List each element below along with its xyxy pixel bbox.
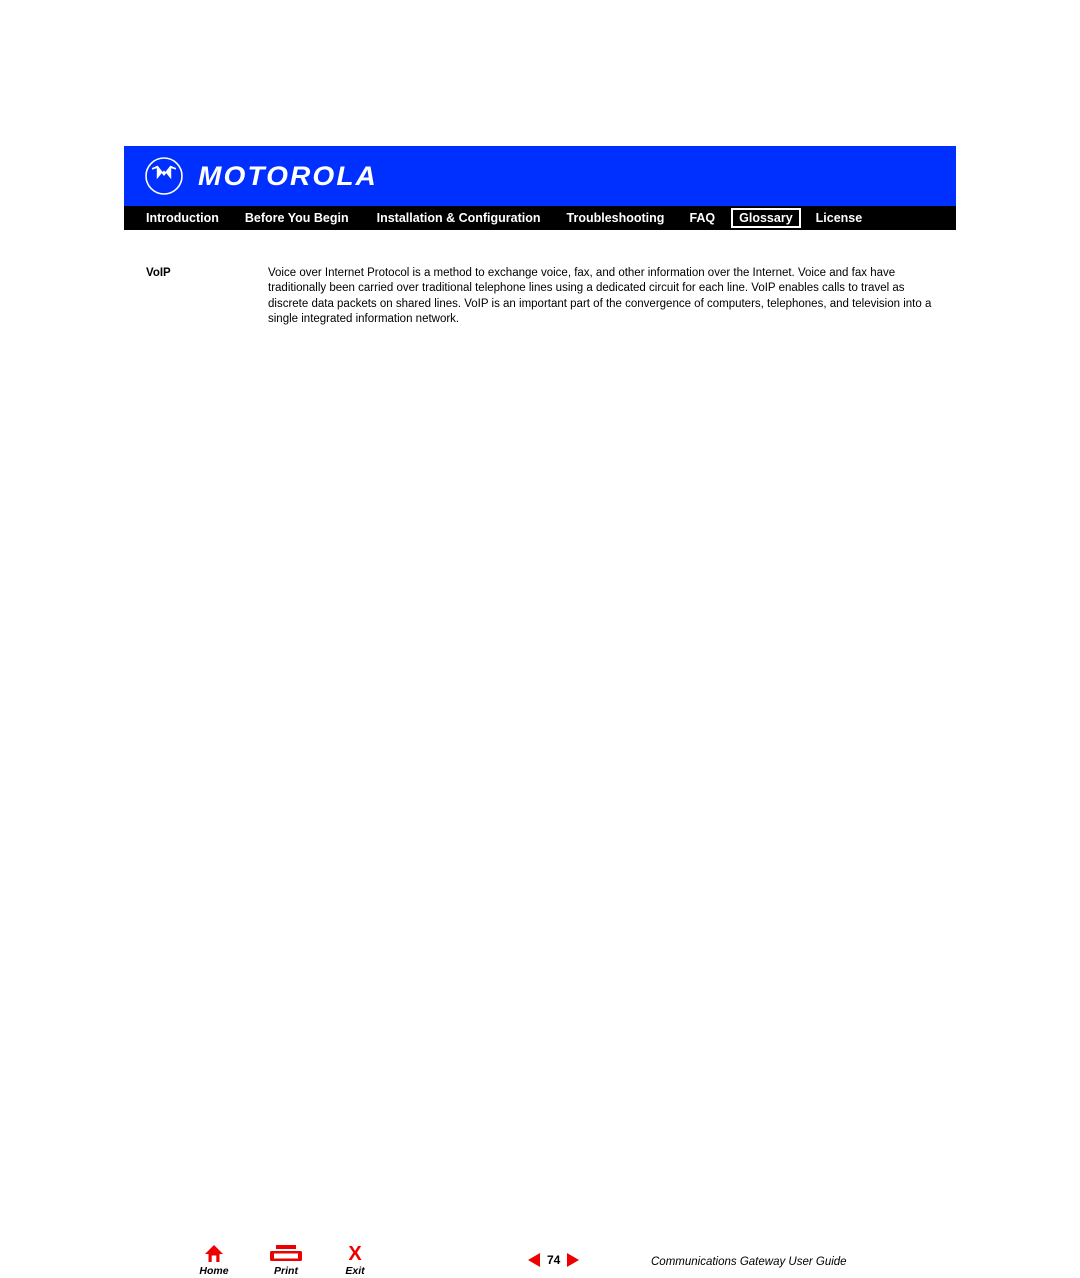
nav-tab-introduction[interactable]: Introduction — [146, 212, 219, 225]
printer-icon — [256, 1242, 316, 1264]
nav-tab-license[interactable]: License — [816, 212, 863, 225]
print-label: Print — [274, 1265, 298, 1277]
close-x-icon: X — [348, 1243, 362, 1265]
glossary-entry: VoIP Voice over Internet Protocol is a m… — [124, 266, 956, 327]
nav-tab-before-you-begin[interactable]: Before You Begin — [245, 212, 349, 225]
exit-label: Exit — [345, 1265, 365, 1277]
page-navigation: 74 — [528, 1252, 580, 1267]
glossary-term: VoIP — [146, 267, 171, 279]
brand-banner: MOTOROLA — [124, 146, 956, 206]
guide-title: Communications Gateway User Guide — [651, 1256, 847, 1268]
glossary-content: VoIP Voice over Internet Protocol is a m… — [124, 266, 956, 327]
nav-tab-troubleshooting[interactable]: Troubleshooting — [567, 212, 665, 225]
page-number: 74 — [547, 1252, 561, 1267]
triangle-left-icon[interactable] — [528, 1253, 540, 1267]
document-page: MOTOROLA Introduction Before You Begin I… — [0, 0, 1080, 1277]
nav-tab-installation-configuration[interactable]: Installation & Configuration — [377, 212, 541, 225]
glossary-definition: Voice over Internet Protocol is a method… — [268, 267, 932, 325]
triangle-right-icon[interactable] — [567, 1253, 580, 1267]
home-button[interactable]: Home — [184, 1242, 244, 1278]
print-button[interactable]: Print — [256, 1242, 316, 1278]
nav-tab-faq[interactable]: FAQ — [689, 212, 715, 225]
home-icon — [184, 1242, 244, 1264]
motorola-batwing-logo-icon — [145, 157, 183, 195]
exit-button[interactable]: X Exit — [325, 1242, 385, 1278]
main-navigation: Introduction Before You Begin Installati… — [124, 206, 956, 230]
nav-tab-glossary[interactable]: Glossary — [731, 207, 801, 229]
motorola-logo: MOTOROLA — [144, 156, 376, 196]
brand-wordmark: MOTOROLA — [198, 160, 378, 191]
home-label: Home — [199, 1265, 229, 1277]
page-footer: Home Print X Exit 74 Communications Gate… — [0, 620, 1080, 1277]
